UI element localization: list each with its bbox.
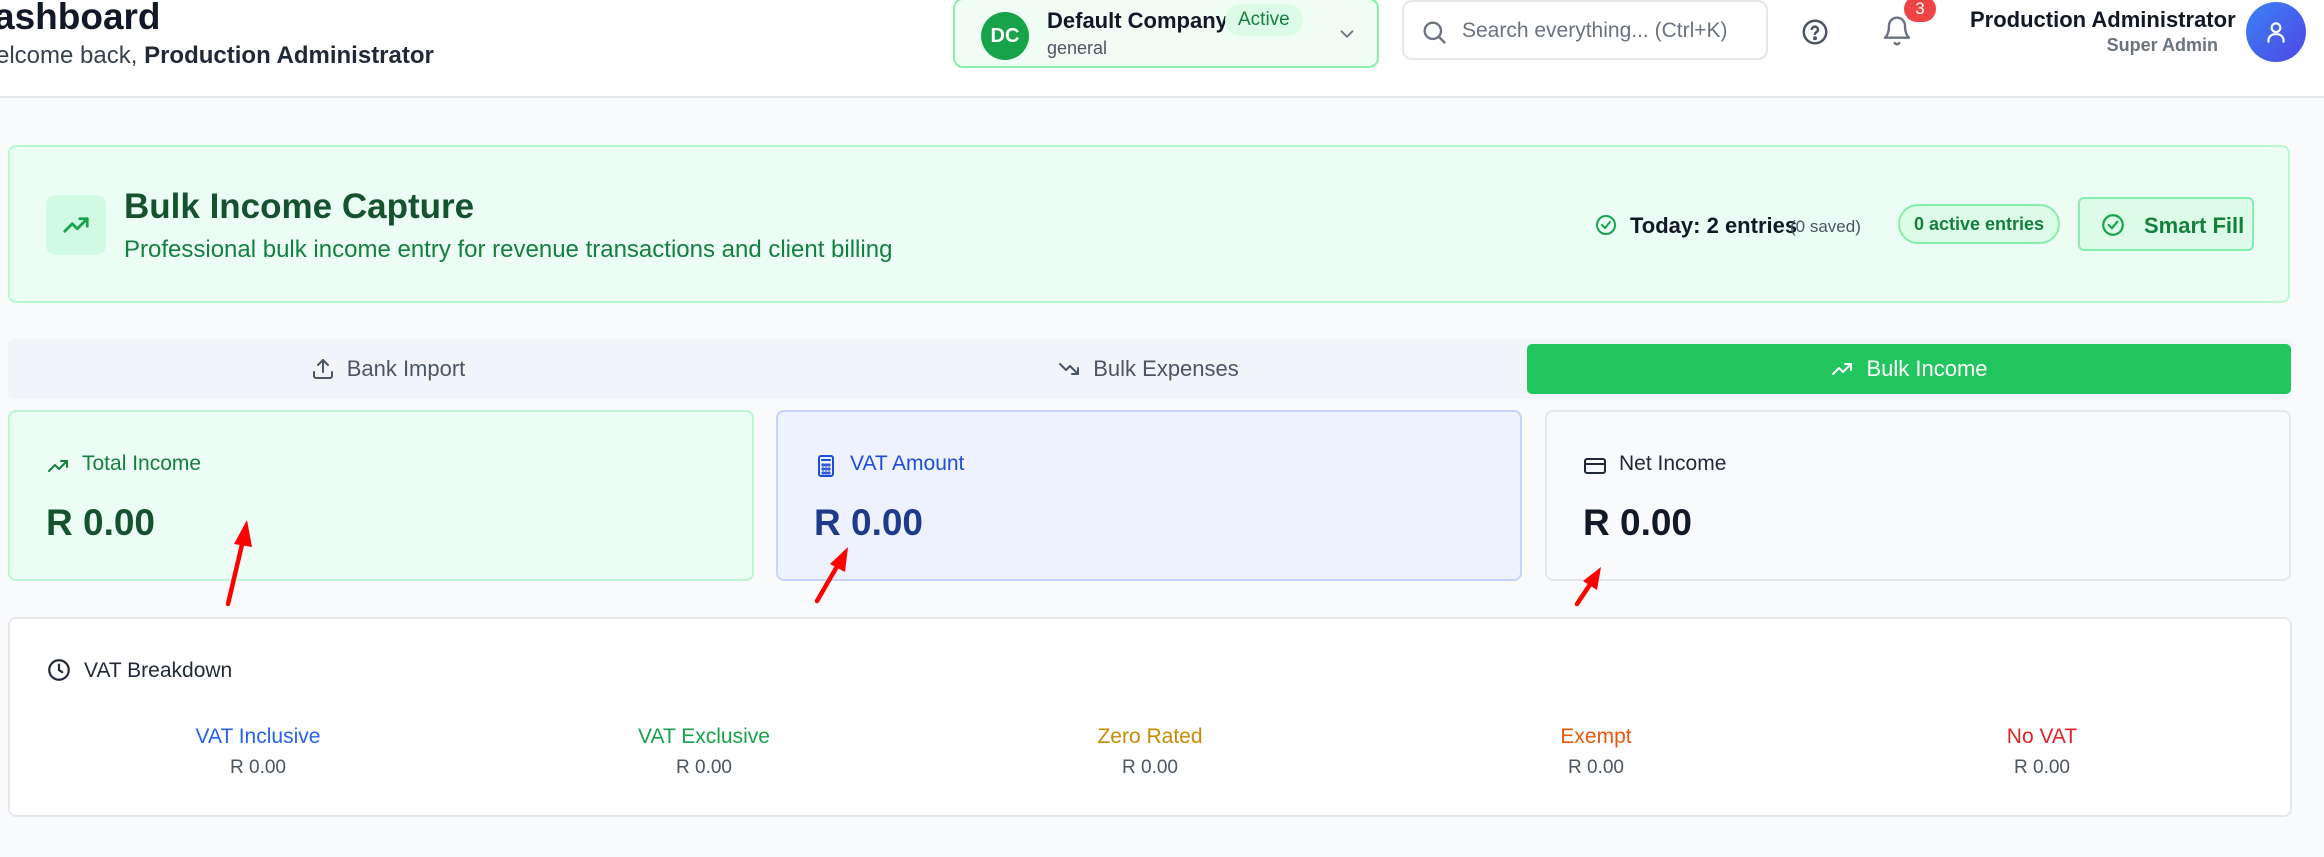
vat-item-label: VAT Inclusive <box>195 725 321 748</box>
card-label: Net Income <box>1619 452 1727 475</box>
vat-item-label: Exempt <box>1560 725 1632 748</box>
vat-item-label: Zero Rated <box>1097 725 1203 748</box>
vat-breakdown-title: VAT Breakdown <box>84 659 233 682</box>
vat-item-label: No VAT <box>2006 725 2078 748</box>
tab-label: Bulk Income <box>1866 356 1988 381</box>
company-subtitle: general <box>1047 38 1108 58</box>
clock-icon <box>48 659 70 681</box>
top-header: ashboard elcome back, Production Adminis… <box>0 0 2324 98</box>
tab-label: Bulk Expenses <box>1093 356 1239 381</box>
trending-up-icon <box>1832 363 1853 375</box>
tab-bank-import[interactable]: Bank Import <box>8 339 768 399</box>
tab-bulk-income[interactable]: Bulk Income <box>1527 344 2291 394</box>
trending-up-icon <box>46 195 106 255</box>
tab-label: Bank Import <box>346 356 466 381</box>
card-label: VAT Amount <box>850 452 965 475</box>
vat-item-value: R 0.00 <box>230 757 286 778</box>
smart-fill-button[interactable]: Smart Fill <box>2078 197 2254 251</box>
page-title: ashboard <box>0 0 161 37</box>
exempt-stat: Exempt R 0.00 <box>1436 725 1756 779</box>
card-value: R 0.00 <box>814 502 924 543</box>
company-name: Default Company <box>1047 8 1228 33</box>
vat-item-value: R 0.00 <box>1122 757 1178 778</box>
active-entries-badge: 0 active entries <box>1898 204 2060 244</box>
chevron-down-icon[interactable] <box>1333 20 1361 48</box>
no-vat-stat: No VAT R 0.00 <box>1882 725 2202 779</box>
total-income-card: Total Income R 0.00 <box>8 410 754 581</box>
zero-rated-stat: Zero Rated R 0.00 <box>990 725 1310 779</box>
welcome-user-name: Production Administrator <box>144 42 434 69</box>
global-search[interactable] <box>1402 0 1768 60</box>
vat-item-label: VAT Exclusive <box>638 725 770 748</box>
net-income-card: Net Income R 0.00 <box>1545 410 2291 581</box>
vat-inclusive-stat: VAT Inclusive R 0.00 <box>98 725 418 779</box>
user-avatar[interactable] <box>2246 2 2306 62</box>
upload-icon <box>312 359 333 379</box>
search-input[interactable] <box>1462 14 1758 48</box>
card-value: R 0.00 <box>1583 502 1693 543</box>
calculator-icon <box>818 455 834 477</box>
banner-title: Bulk Income Capture <box>124 187 475 226</box>
vat-item-value: R 0.00 <box>2014 757 2070 778</box>
user-name: Production Administrator <box>1970 7 2236 32</box>
smart-fill-label: Smart Fill <box>2144 213 2245 238</box>
user-role: Super Admin <box>2106 35 2218 55</box>
card-value: R 0.00 <box>46 502 156 543</box>
capture-mode-tabs: Bank Import Bulk Expenses Bulk Income <box>8 339 2292 399</box>
search-icon <box>1423 21 1446 44</box>
notification-count-badge: 3 <box>1904 0 1936 22</box>
company-avatar: DC <box>981 12 1029 60</box>
user-icon <box>2267 22 2285 43</box>
saved-count: (0 saved) <box>1790 217 1861 236</box>
vat-amount-card: VAT Amount R 0.00 <box>776 410 1522 581</box>
company-switcher[interactable]: DC Default Company Active general <box>953 0 1379 68</box>
welcome-message: elcome back, Production Administrator <box>0 42 434 70</box>
card-label: Total Income <box>82 452 202 475</box>
bulk-income-banner: Bulk Income Capture Professional bulk in… <box>8 145 2290 303</box>
welcome-prefix: elcome back, <box>0 42 145 69</box>
company-status-badge: Active <box>1225 4 1303 36</box>
banner-subtitle: Professional bulk income entry for reven… <box>124 236 893 263</box>
today-entries-count: Today: 2 entries <box>1630 213 1798 238</box>
vat-breakdown-panel: VAT Breakdown VAT Inclusive R 0.00 VAT E… <box>8 617 2292 817</box>
help-icon[interactable] <box>1800 17 1830 47</box>
trending-down-icon <box>1059 363 1080 375</box>
tab-bulk-expenses[interactable]: Bulk Expenses <box>768 339 1528 399</box>
vat-exclusive-stat: VAT Exclusive R 0.00 <box>544 725 864 779</box>
vat-item-value: R 0.00 <box>1568 757 1624 778</box>
trending-up-icon <box>48 460 68 472</box>
check-circle-icon <box>1596 215 1616 235</box>
check-circle-icon <box>2102 214 2124 236</box>
vat-item-value: R 0.00 <box>676 757 732 778</box>
credit-card-icon <box>1584 458 1606 474</box>
